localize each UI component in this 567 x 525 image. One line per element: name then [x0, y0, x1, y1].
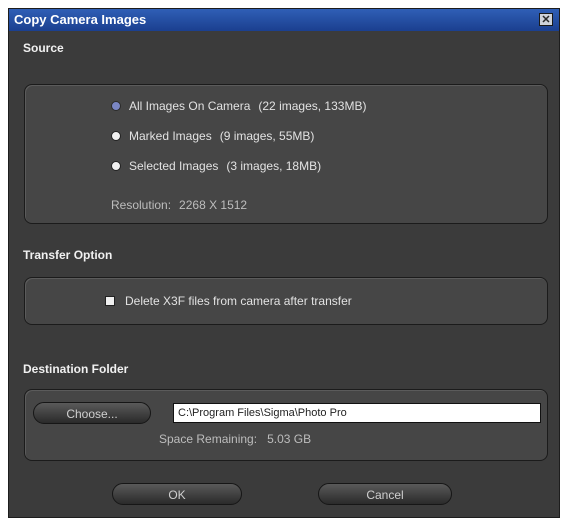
radio-selected-images-label: Selected Images [129, 159, 219, 173]
radio-all-images-label: All Images On Camera [129, 99, 251, 113]
choose-folder-button[interactable]: Choose... [33, 402, 151, 424]
window-title: Copy Camera Images [14, 12, 147, 27]
cancel-button[interactable]: Cancel [318, 483, 452, 505]
transfer-heading: Transfer Option [23, 248, 113, 262]
destination-path-field[interactable]: C:\Program Files\Sigma\Photo Pro [173, 403, 541, 423]
checkbox-icon[interactable] [105, 296, 115, 306]
radio-selected-images-detail: (3 images, 18MB) [226, 159, 322, 173]
radio-marked-images-label: Marked Images [129, 129, 212, 143]
source-group: All Images On Camera (22 images, 133MB) … [24, 84, 548, 224]
space-remaining-row: Space Remaining: 5.03 GB [159, 432, 311, 446]
radio-selected-images[interactable]: Selected Images (3 images, 18MB) [111, 159, 321, 173]
radio-unselected-icon [111, 131, 121, 141]
close-icon[interactable]: ✕ [539, 13, 553, 26]
delete-files-checkbox-row[interactable]: Delete X3F files from camera after trans… [105, 294, 352, 308]
delete-files-label: Delete X3F files from camera after trans… [125, 294, 352, 308]
copy-camera-images-dialog: Copy Camera Images ✕ Source All Images O… [8, 8, 560, 518]
space-remaining-value: 5.03 GB [267, 432, 312, 446]
title-bar: Copy Camera Images ✕ [9, 9, 559, 31]
radio-marked-images-detail: (9 images, 55MB) [219, 129, 315, 143]
resolution-label: Resolution: [111, 198, 172, 212]
radio-all-images[interactable]: All Images On Camera (22 images, 133MB) [111, 99, 366, 113]
transfer-group: Delete X3F files from camera after trans… [24, 277, 548, 325]
resolution-value: 2268 X 1512 [179, 198, 248, 212]
radio-unselected-icon [111, 161, 121, 171]
radio-all-images-detail: (22 images, 133MB) [258, 99, 367, 113]
resolution-row: Resolution: 2268 X 1512 [111, 198, 247, 212]
radio-marked-images[interactable]: Marked Images (9 images, 55MB) [111, 129, 314, 143]
ok-button[interactable]: OK [112, 483, 242, 505]
destination-group: Choose... C:\Program Files\Sigma\Photo P… [24, 389, 548, 461]
space-remaining-label: Space Remaining: [159, 432, 258, 446]
radio-selected-icon [111, 101, 121, 111]
source-heading: Source [23, 41, 64, 55]
destination-heading: Destination Folder [23, 362, 129, 376]
